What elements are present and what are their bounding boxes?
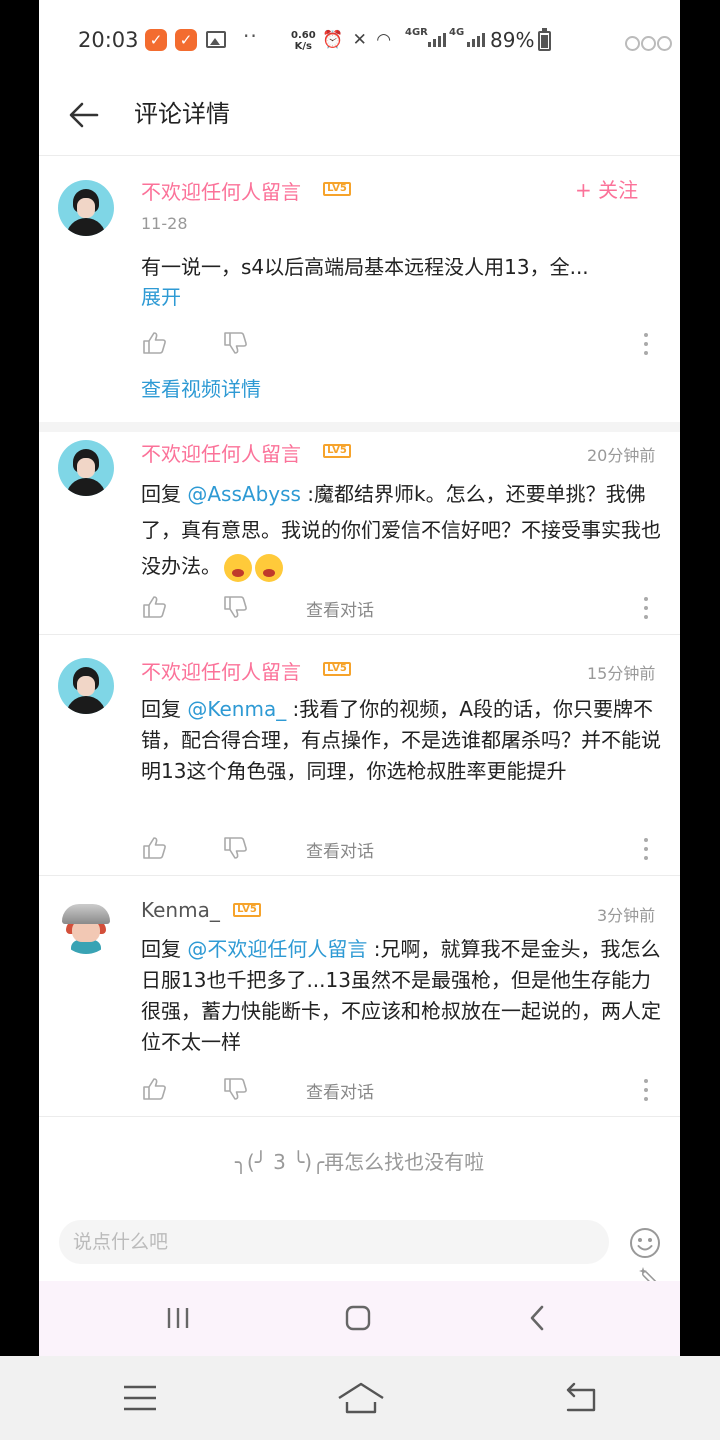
avatar[interactable]: [58, 658, 114, 714]
avatar[interactable]: [58, 440, 114, 496]
like-icon[interactable]: [141, 835, 167, 861]
more-options-icon[interactable]: [636, 595, 656, 621]
reply-prefix: 回复: [141, 937, 188, 961]
reply-time: 15分钟前: [587, 664, 656, 683]
signal-bars-icon: [467, 33, 485, 47]
emoji-icon: [255, 553, 283, 582]
reply-text: 回复 @AssAbyss :魔都结界师k。怎么，还要单挑？我佛了，真有意思。我说…: [141, 476, 666, 584]
status-bar: 20:03 ✓ ✓ ·· 0.60 K/s ⏰ ✕ ◠ 4GR 4G 89%: [39, 0, 680, 80]
return-icon[interactable]: [560, 1378, 600, 1418]
dislike-icon[interactable]: [222, 330, 248, 356]
reply-username[interactable]: Kenma_: [141, 898, 220, 922]
divider: [39, 422, 680, 432]
dislike-icon[interactable]: [222, 1076, 248, 1102]
dislike-icon[interactable]: [222, 835, 248, 861]
dislike-icon[interactable]: [222, 594, 248, 620]
view-conversation-link[interactable]: 查看对话: [306, 596, 374, 621]
reply-prefix: 回复: [141, 482, 188, 506]
more-options-icon[interactable]: [636, 331, 656, 357]
page-header: 评论详情: [39, 80, 680, 156]
expand-link[interactable]: 展开: [141, 285, 181, 309]
view-conversation-link[interactable]: 查看对话: [306, 837, 374, 862]
level-badge: LV5: [233, 903, 261, 917]
more-options-icon[interactable]: [636, 836, 656, 862]
level-badge: LV5: [323, 662, 351, 676]
reply-username[interactable]: 不欢迎任何人留言: [141, 656, 301, 685]
mention-link[interactable]: @不欢迎任何人留言: [187, 937, 367, 961]
system-navigation-bar: [0, 1356, 720, 1440]
page-title: 评论详情: [134, 100, 230, 128]
signal-bars-icon: [428, 33, 446, 47]
battery-percent: 89%: [490, 28, 535, 52]
reply-text: 回复 @不欢迎任何人留言 :兄啊，就算我不是金头，我怎么日服13也千把多了...…: [141, 934, 666, 1058]
avatar[interactable]: [58, 898, 114, 954]
more-notifications-icon: ··: [243, 24, 258, 48]
divider: [39, 634, 680, 635]
like-icon[interactable]: [141, 330, 167, 356]
reply-prefix: 回复: [141, 697, 188, 721]
signal-label-2: 4G: [449, 27, 465, 38]
reply-time: 3分钟前: [597, 906, 656, 925]
more-options-icon[interactable]: [636, 1077, 656, 1103]
menu-icon[interactable]: [120, 1378, 160, 1418]
back-icon[interactable]: [523, 1303, 553, 1333]
emoji-picker-icon[interactable]: [629, 1227, 661, 1259]
view-video-detail-link[interactable]: 查看视频详情: [141, 373, 261, 402]
mention-link[interactable]: @AssAbyss: [187, 482, 301, 506]
level-badge: LV5: [323, 444, 351, 458]
mention-link[interactable]: @Kenma_: [187, 697, 286, 721]
app-navigation-bar: [39, 1281, 680, 1356]
alarm-mute-wifi-icons: ⏰ ✕ ◠: [322, 30, 394, 50]
reply-username[interactable]: 不欢迎任何人留言: [141, 438, 301, 467]
view-conversation-link[interactable]: 查看对话: [306, 1078, 374, 1103]
divider: [39, 875, 680, 876]
reply-time: 20分钟前: [587, 446, 656, 465]
follow-button[interactable]: + 关注: [575, 174, 638, 203]
battery-icon: [538, 28, 551, 51]
app-screen: 20:03 ✓ ✓ ·· 0.60 K/s ⏰ ✕ ◠ 4GR 4G 89% 评论…: [39, 0, 680, 1356]
status-time: 20:03: [78, 28, 139, 52]
comment-input[interactable]: [59, 1220, 609, 1264]
comment-text: 有一说一，s4以后高端局基本远程没人用13，全... 展开: [141, 252, 661, 312]
like-icon[interactable]: [141, 594, 167, 620]
home-icon[interactable]: [343, 1303, 373, 1333]
recent-apps-icon[interactable]: [163, 1303, 193, 1333]
comment-input-container: [59, 1220, 609, 1264]
emoji-icon: [224, 553, 252, 582]
home-icon[interactable]: [337, 1378, 385, 1418]
end-of-list-note: ╮(╯ 3 ╰)╭再怎么找也没有啦: [234, 1150, 485, 1174]
comment-username[interactable]: 不欢迎任何人留言: [141, 176, 301, 205]
reply-text: 回复 @Kenma_ :我看了你的视频，A段的话，你只要牌不错，配合得合理，有点…: [141, 694, 666, 787]
signal-label-1: 4GR: [405, 27, 428, 38]
rings-icon: [625, 36, 672, 51]
avatar[interactable]: [58, 180, 114, 236]
gallery-icon: [206, 31, 226, 48]
back-arrow-icon[interactable]: [67, 98, 101, 132]
comment-date: 11-28: [141, 214, 188, 233]
level-badge: LV5: [323, 182, 351, 196]
notification-app-icon: ✓: [145, 29, 167, 51]
divider: [39, 1116, 680, 1117]
network-speed: 0.60 K/s: [291, 30, 316, 52]
like-icon[interactable]: [141, 1076, 167, 1102]
comment-body: 有一说一，s4以后高端局基本远程没人用13，全...: [141, 255, 589, 279]
notification-app-icon: ✓: [175, 29, 197, 51]
